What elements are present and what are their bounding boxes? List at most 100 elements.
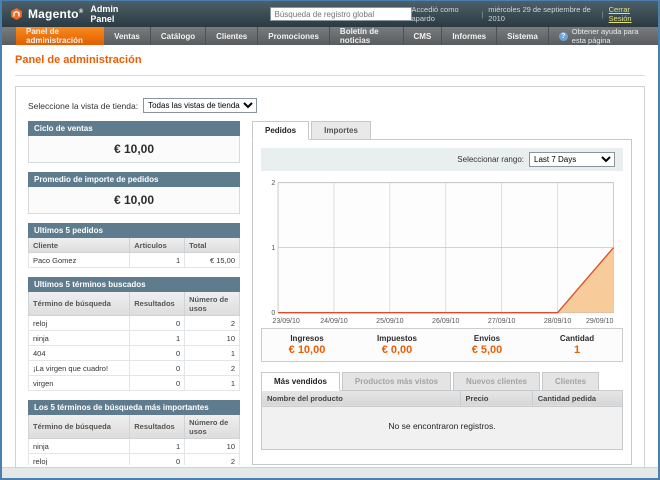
page-frame: Magento® Admin Panel Accedió como apardo… [0, 0, 660, 480]
last-orders-title: Ultimos 5 pedidos [28, 223, 240, 238]
cell: 1 [185, 346, 240, 361]
tab-new-customers[interactable]: Nuevos clientes [453, 372, 540, 391]
global-search-input[interactable] [270, 7, 412, 21]
nav-item-system[interactable]: Sistema [497, 27, 549, 45]
lifetime-sales-title: Ciclo de ventas [28, 121, 240, 136]
cell: reloj [29, 454, 130, 466]
table-row[interactable]: ninja 1 10 [29, 331, 240, 346]
average-orders-panel: Promedio de importe de pedidos € 10,00 [28, 172, 240, 214]
column-header: Cliente [29, 238, 130, 253]
column-header: Cantidad pedida [532, 390, 622, 406]
table-row[interactable]: reloj 0 2 [29, 454, 240, 466]
stat-label: Cantidad [532, 334, 622, 343]
magento-logo: Magento® Admin Panel [10, 4, 135, 24]
stat-label: Impuestos [352, 334, 442, 343]
column-header: Número de usos [185, 292, 240, 316]
average-orders-value: € 10,00 [28, 187, 240, 214]
stat-value: € 0,00 [352, 344, 442, 356]
brand-name: Magento® [28, 7, 83, 21]
logged-in-as: Accedió como apardo [412, 5, 477, 23]
svg-text:28/09/10: 28/09/10 [544, 318, 572, 325]
svg-text:1: 1 [271, 245, 275, 252]
tab-customers[interactable]: Clientes [542, 372, 599, 391]
last-search-terms-title: Ultimos 5 términos buscados [28, 277, 240, 292]
column-header: Nombre del producto [262, 390, 461, 406]
cell: 0 [130, 316, 185, 331]
brand-suffix: Admin Panel [90, 4, 134, 24]
tab-most-viewed[interactable]: Productos más vistos [342, 372, 451, 391]
nav-item-dashboard[interactable]: Panel de administración [16, 27, 104, 45]
table-row[interactable]: reloj 0 2 [29, 316, 240, 331]
cell: € 15,00 [185, 253, 240, 268]
nav-item-customers[interactable]: Clientes [206, 27, 258, 45]
cell: 0 [130, 454, 185, 466]
column-header: Articulos [130, 238, 185, 253]
cell: 1 [130, 331, 185, 346]
average-orders-title: Promedio de importe de pedidos [28, 172, 240, 187]
stat-value: € 10,00 [262, 344, 352, 356]
lifetime-sales-value: € 10,00 [28, 136, 240, 163]
totals-bar: Ingresos € 10,00 Impuestos € 0,00 Envios… [261, 328, 623, 362]
nav-item-cms[interactable]: CMS [404, 27, 443, 45]
svg-text:24/09/10: 24/09/10 [320, 318, 348, 325]
stat-tax: Impuestos € 0,00 [352, 334, 442, 356]
nav-item-catalog[interactable]: Catálogo [151, 27, 206, 45]
separator: | [481, 10, 483, 19]
empty-records-message: No se encontraron registros. [262, 406, 623, 449]
table-row[interactable]: ninja 1 10 [29, 439, 240, 454]
footer-bar [2, 467, 658, 478]
nav-item-sales[interactable]: Ventas [104, 27, 151, 45]
table-row[interactable]: Paco Gomez 1 € 15,00 [29, 253, 240, 268]
help-label: Obtener ayuda para esta página [572, 27, 648, 45]
column-header: Término de búsqueda [29, 292, 130, 316]
column-header: Número de usos [185, 415, 240, 439]
svg-text:25/09/10: 25/09/10 [376, 318, 404, 325]
help-icon: ? [559, 32, 568, 41]
last-orders-table: Cliente Articulos Total Paco Gomez 1 € 1… [28, 238, 240, 268]
nav-item-newsletter[interactable]: Boletín de noticias [330, 27, 404, 45]
table-row[interactable]: virgen 0 1 [29, 376, 240, 391]
svg-text:27/09/10: 27/09/10 [488, 318, 516, 325]
dashboard-left-column: Ciclo de ventas € 10,00 Promedio de impo… [28, 121, 240, 465]
top-search-terms-panel: Los 5 términos de búsqueda más important… [28, 400, 240, 465]
stat-revenue: Ingresos € 10,00 [262, 334, 352, 356]
dashboard-box: Seleccione la vista de tienda: Todas las… [15, 86, 645, 467]
separator: | [602, 10, 604, 19]
svg-text:0: 0 [271, 310, 275, 317]
store-switcher-select[interactable]: Todas las vistas de tienda [143, 98, 257, 113]
cell: Paco Gomez [29, 253, 130, 268]
page-title: Panel de administración [15, 54, 645, 66]
cell: 1 [130, 253, 185, 268]
nav-item-promotions[interactable]: Promociones [258, 27, 330, 45]
table-row[interactable]: 404 0 1 [29, 346, 240, 361]
cell: virgen [29, 376, 130, 391]
bestsellers-table: Nombre del producto Precio Cantidad pedi… [261, 390, 623, 450]
column-header: Precio [460, 390, 532, 406]
top-search-terms-title: Los 5 términos de búsqueda más important… [28, 400, 240, 415]
cell: 1 [185, 376, 240, 391]
nav-item-reports[interactable]: Informes [442, 27, 497, 45]
cell: 0 [130, 361, 185, 376]
logout-link[interactable]: Cerrar Sesión [609, 5, 650, 23]
svg-text:26/09/10: 26/09/10 [432, 318, 460, 325]
cell: ninja [29, 439, 130, 454]
range-select[interactable]: Last 7 Days [529, 152, 615, 167]
tab-amounts[interactable]: Importes [311, 121, 371, 140]
svg-text:2: 2 [271, 180, 275, 187]
store-switcher-label: Seleccione la vista de tienda: [28, 101, 138, 111]
orders-tab-panel: Seleccionar rango: Last 7 Days 23/09/102… [252, 139, 632, 465]
range-label: Seleccionar rango: [457, 155, 524, 164]
column-header: Resultados [130, 415, 185, 439]
cell: reloj [29, 316, 130, 331]
get-help-link[interactable]: ? Obtener ayuda para esta página [549, 27, 658, 45]
cell: 2 [185, 316, 240, 331]
column-header: Total [185, 238, 240, 253]
table-row[interactable]: ¡La virgen que cuadro! 0 2 [29, 361, 240, 376]
tab-orders[interactable]: Pedidos [252, 121, 309, 140]
cell: 2 [185, 361, 240, 376]
stat-label: Envios [442, 334, 532, 343]
stat-quantity: Cantidad 1 [532, 334, 622, 356]
current-date: miércoles 29 de septiembre de 2010 [488, 5, 596, 23]
tab-bestsellers[interactable]: Más vendidos [261, 372, 340, 391]
cell: 10 [185, 439, 240, 454]
